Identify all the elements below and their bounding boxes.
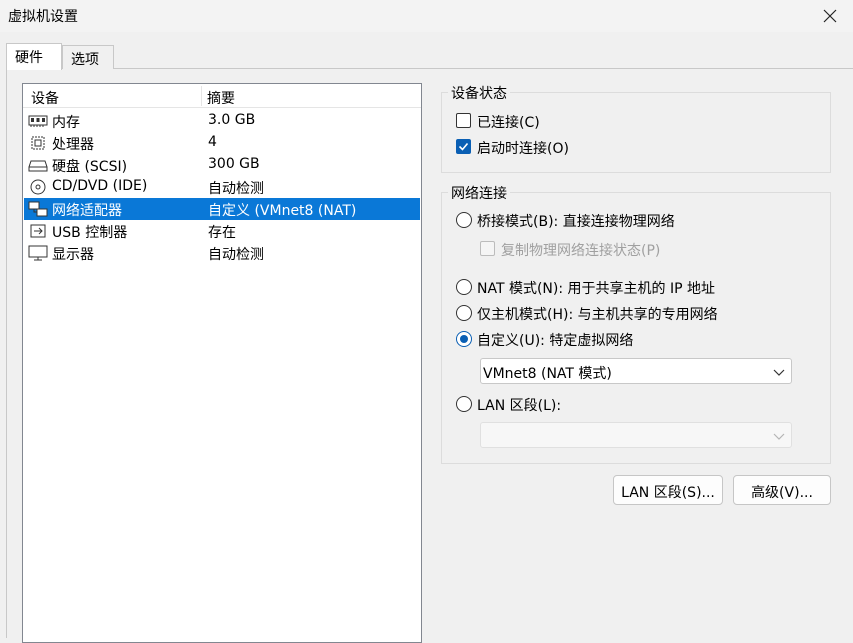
column-header-device[interactable]: 设备	[31, 88, 59, 108]
window-title: 虚拟机设置	[8, 9, 78, 25]
device-name: 内存	[52, 115, 80, 131]
tab-options-label: 选项	[71, 52, 99, 68]
device-row-harddisk[interactable]: 硬盘 (SCSI) 300 GB	[24, 154, 420, 176]
column-header-summary[interactable]: 摘要	[207, 88, 235, 108]
processor-icon	[31, 136, 45, 150]
bridged-radio[interactable]: 桥接模式(B): 直接连接物理网络	[456, 209, 816, 231]
custom-label: 自定义(U): 特定虚拟网络	[477, 333, 634, 349]
chevron-down-icon	[773, 433, 785, 440]
device-row-cd-dvd[interactable]: CD/DVD (IDE) 自动检测	[24, 176, 420, 198]
device-status-title: 设备状态	[448, 83, 510, 103]
host-only-label: 仅主机模式(H): 与主机共享的专用网络	[477, 307, 718, 323]
device-summary: 存在	[208, 225, 236, 241]
replicate-state-checkbox[interactable]: 复制物理网络连接状态(P)	[480, 238, 780, 260]
usb-icon	[30, 224, 46, 238]
replicate-state-label: 复制物理网络连接状态(P)	[501, 243, 661, 259]
connected-checkbox[interactable]: 已连接(C)	[456, 110, 756, 132]
device-summary: 自动检测	[208, 181, 264, 197]
device-list[interactable]: 设备 摘要 内存 3.0 GB 处理器 4 硬盘 (SCSI) 300 GB C…	[22, 83, 422, 643]
lan-segment-radio-circle[interactable]	[456, 396, 472, 412]
list-header: 设备 摘要	[23, 84, 421, 108]
lan-segments-button-label: LAN 区段(S)...	[621, 485, 715, 501]
device-summary: 3.0 GB	[208, 112, 256, 128]
device-name: USB 控制器	[52, 225, 128, 241]
advanced-button[interactable]: 高级(V)...	[733, 475, 831, 505]
nat-label: NAT 模式(N): 用于共享主机的 IP 地址	[477, 281, 715, 297]
lan-segment-radio[interactable]: LAN 区段(L):	[456, 393, 756, 415]
connect-at-power-on-label: 启动时连接(O)	[477, 141, 569, 157]
device-summary: 自动检测	[208, 247, 264, 263]
chevron-down-icon	[773, 369, 785, 376]
device-summary: 4	[208, 134, 217, 150]
device-name: 处理器	[52, 137, 94, 153]
bridged-label: 桥接模式(B): 直接连接物理网络	[477, 214, 675, 230]
device-name: CD/DVD (IDE)	[52, 178, 148, 194]
lan-segment-select[interactable]	[480, 422, 792, 448]
nat-radio-circle[interactable]	[456, 279, 472, 295]
title-bar: 虚拟机设置	[0, 0, 853, 32]
close-icon	[823, 9, 837, 23]
tab-hardware[interactable]: 硬件	[6, 43, 62, 70]
host-only-radio-circle[interactable]	[456, 305, 472, 321]
host-only-radio[interactable]: 仅主机模式(H): 与主机共享的专用网络	[456, 302, 816, 324]
network-connection-title: 网络连接	[448, 183, 510, 203]
tab-hardware-label: 硬件	[15, 50, 43, 66]
device-row-processor[interactable]: 处理器 4	[24, 132, 420, 154]
harddisk-icon	[28, 160, 48, 172]
device-status-group: 设备状态 已连接(C) 启动时连接(O)	[441, 83, 831, 173]
device-row-network-adapter[interactable]: 网络适配器 自定义 (VMnet8 (NAT)	[24, 198, 420, 220]
custom-network-select[interactable]: VMnet8 (NAT 模式)	[480, 358, 792, 384]
device-summary: 300 GB	[208, 156, 260, 172]
bridged-radio-circle[interactable]	[456, 212, 472, 228]
device-row-display[interactable]: 显示器 自动检测	[24, 242, 420, 264]
display-icon	[28, 245, 48, 261]
device-summary: 自定义 (VMnet8 (NAT)	[208, 203, 357, 219]
tab-options[interactable]: 选项	[62, 45, 114, 69]
device-name: 硬盘 (SCSI)	[52, 159, 128, 175]
memory-icon	[28, 115, 48, 127]
nat-radio[interactable]: NAT 模式(N): 用于共享主机的 IP 地址	[456, 276, 816, 298]
device-name: 网络适配器	[52, 203, 122, 219]
cd-dvd-icon	[30, 179, 46, 195]
checkmark-icon	[458, 142, 469, 151]
device-row-usb[interactable]: USB 控制器 存在	[24, 220, 420, 242]
network-connection-group: 网络连接 桥接模式(B): 直接连接物理网络 复制物理网络连接状态(P) NAT…	[441, 183, 831, 464]
connect-at-power-on-checkbox[interactable]: 启动时连接(O)	[456, 136, 756, 158]
lan-segments-button[interactable]: LAN 区段(S)...	[613, 475, 723, 505]
connected-label: 已连接(C)	[477, 115, 540, 131]
custom-network-value: VMnet8 (NAT 模式)	[483, 366, 612, 382]
device-name: 显示器	[52, 247, 94, 263]
custom-radio[interactable]: 自定义(U): 特定虚拟网络	[456, 328, 816, 350]
close-button[interactable]	[807, 0, 853, 32]
connected-checkbox-box[interactable]	[456, 113, 471, 128]
replicate-state-checkbox-box[interactable]	[480, 241, 495, 256]
lan-segment-label: LAN 区段(L):	[477, 398, 562, 414]
advanced-button-label: 高级(V)...	[751, 485, 813, 501]
network-adapter-icon	[28, 201, 48, 217]
custom-radio-circle[interactable]	[456, 331, 472, 347]
column-divider[interactable]	[201, 86, 202, 106]
device-row-memory[interactable]: 内存 3.0 GB	[24, 110, 420, 132]
connect-at-power-on-checkbox-box[interactable]	[456, 139, 471, 154]
